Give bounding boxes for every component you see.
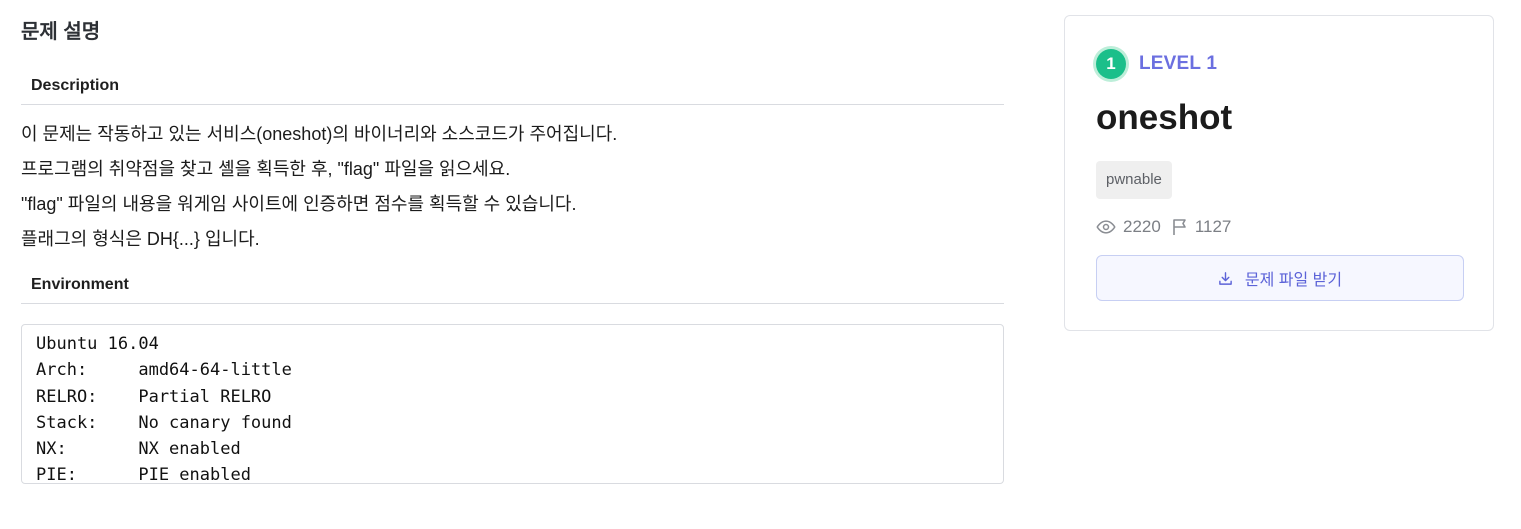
download-file-button[interactable]: 문제 파일 받기 [1096,255,1464,301]
solves-count: 1127 [1194,217,1232,236]
challenge-stats: 2220 1127 [1096,215,1231,239]
level-badge: 1 [1096,49,1126,79]
environment-heading: Environment [21,275,1004,304]
challenge-info-card: 1 LEVEL 1 oneshot pwnable 2220 1127 문제 파… [1064,15,1494,331]
code-line: Ubuntu 16.04 [36,334,159,354]
code-line: NX: NX enabled [36,439,241,460]
challenge-page: 문제 설명 Description 이 문제는 작동하고 있는 서비스(ones… [0,0,1521,529]
description-line: 프로그램의 취약점을 찾고 셸을 획득한 후, "flag" 파일을 읽으세요. [21,159,511,179]
views-count: 2220 [1123,217,1161,236]
category-tag[interactable]: pwnable [1096,161,1172,199]
code-line: PIE: PIE enabled [36,465,251,486]
code-line: Stack: No canary found [36,412,292,433]
description-heading: Description [21,76,1004,105]
section-title: 문제 설명 [21,21,101,43]
download-button-label: 문제 파일 받기 [1244,272,1343,289]
flag-icon [1172,218,1188,236]
download-icon [1218,271,1233,286]
description-line: 이 문제는 작동하고 있는 서비스(oneshot)의 바이너리와 소스코드가 … [21,124,618,144]
description-line: "flag" 파일의 내용을 워게임 사이트에 인증하면 점수를 획득할 수 있… [21,194,577,214]
level-label: LEVEL 1 [1139,53,1218,74]
code-line: RELRO: Partial RELRO [36,386,272,407]
challenge-title: oneshot [1096,98,1233,137]
code-line: Arch: amd64-64-little [36,360,292,381]
problem-description-panel: 문제 설명 Description 이 문제는 작동하고 있는 서비스(ones… [21,14,1004,485]
description-text: 이 문제는 작동하고 있는 서비스(oneshot)의 바이너리와 소스코드가 … [21,117,1004,257]
eye-icon [1096,217,1116,237]
level-indicator: 1 LEVEL 1 [1096,47,1217,81]
environment-code-block: Ubuntu 16.04 Arch: amd64-64-little RELRO: … [21,324,1004,485]
description-line: 플래그의 형식은 DH{...} 입니다. [21,229,260,249]
